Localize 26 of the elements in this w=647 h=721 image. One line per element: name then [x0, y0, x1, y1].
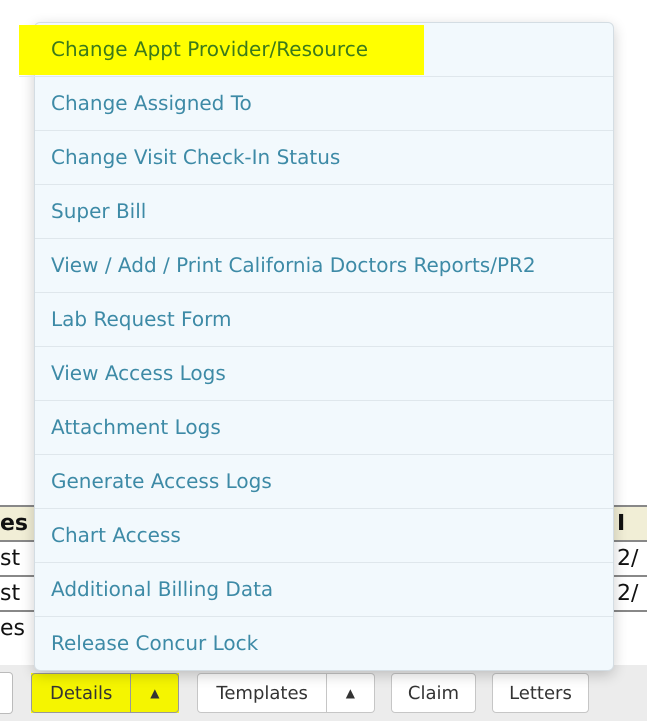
- menu-item[interactable]: Generate Access Logs: [35, 455, 613, 509]
- menu-item[interactable]: Change Assigned To: [35, 77, 613, 131]
- table-cell-text: st: [0, 581, 22, 606]
- menu-item[interactable]: Change Visit Check-In Status: [35, 131, 613, 185]
- table-cell-text: st: [0, 546, 22, 571]
- toolbar-button[interactable]: Details: [31, 673, 132, 713]
- table-cell-text: es: [0, 616, 26, 641]
- menu-item[interactable]: Additional Billing Data: [35, 563, 613, 617]
- menu-item[interactable]: Release Concur Lock: [35, 617, 613, 670]
- column-header: es: [0, 511, 30, 536]
- toolbar-button[interactable]: Claim: [390, 673, 476, 713]
- menu-item[interactable]: Super Bill: [35, 185, 613, 239]
- table-cell-text: 2/: [616, 581, 640, 606]
- caret-button[interactable]: ▲: [326, 673, 375, 713]
- table-cell-text: 2/: [616, 546, 640, 571]
- toolbar-button[interactable]: Templates: [197, 673, 327, 713]
- column-header: I: [616, 511, 626, 536]
- menu-item[interactable]: Chart Access: [35, 509, 613, 563]
- button-edge[interactable]: [0, 672, 13, 714]
- menu-item[interactable]: Attachment Logs: [35, 401, 613, 455]
- caret-button[interactable]: ▲: [131, 673, 180, 713]
- menu-item[interactable]: Lab Request Form: [35, 293, 613, 347]
- menu-item[interactable]: View / Add / Print California Doctors Reports/PR2: [35, 239, 613, 293]
- menu-item[interactable]: View Access Logs: [35, 347, 613, 401]
- menu-item[interactable]: Change Appt Provider/Resource: [19, 23, 613, 77]
- toolbar-button[interactable]: Letters: [492, 673, 589, 713]
